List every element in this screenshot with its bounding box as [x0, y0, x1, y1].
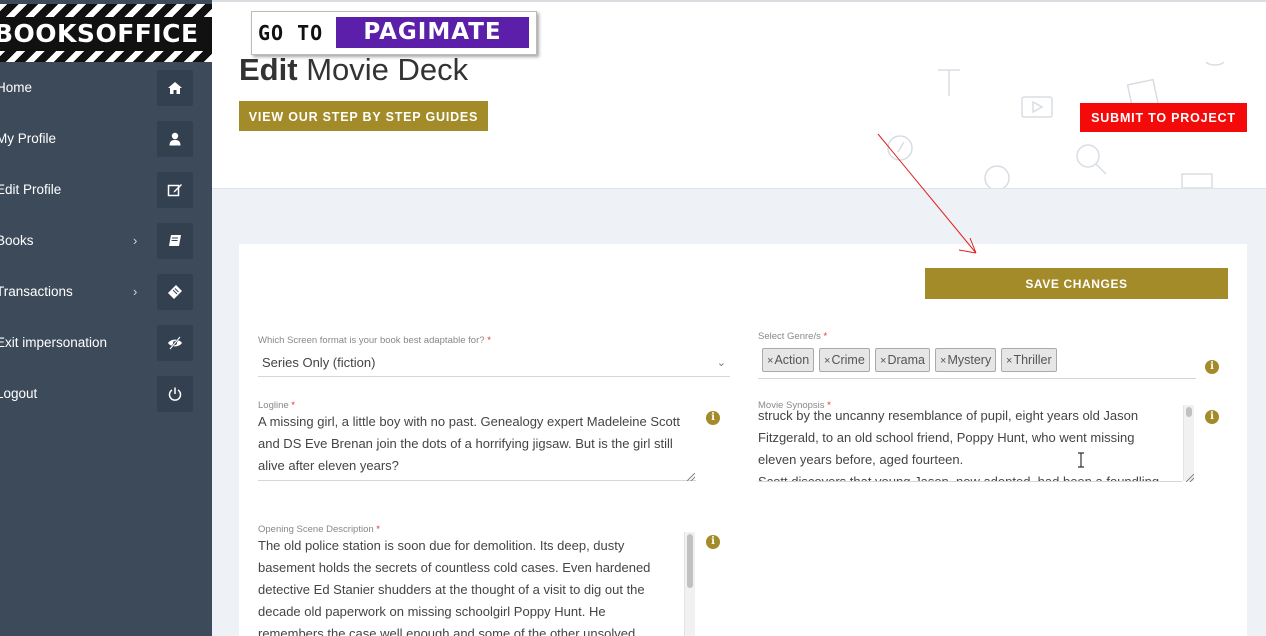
book-icon — [157, 223, 193, 259]
genre-tag-action[interactable]: ×Action — [762, 348, 815, 372]
sidebar: BOOKSOFFICE Home My Profile Edit Profile… — [0, 0, 212, 636]
synopsis-textarea[interactable]: struck by the uncanny resemblance of pup… — [758, 405, 1182, 482]
resize-handle-icon[interactable] — [1186, 474, 1194, 482]
genre-label-text: Select Genre/s — [758, 331, 821, 342]
scrollbar-thumb[interactable] — [1186, 407, 1192, 417]
sidebar-item-books[interactable]: Books › — [0, 215, 212, 266]
remove-tag-icon[interactable]: × — [1006, 355, 1012, 367]
save-changes-button[interactable]: SAVE CHANGES — [925, 268, 1228, 299]
chevron-right-icon: › — [133, 284, 138, 299]
sidebar-item-label: Logout — [0, 386, 38, 401]
sidebar-item-label: Edit Profile — [0, 182, 62, 197]
user-icon — [157, 121, 193, 157]
required-mark: * — [291, 400, 295, 411]
sidebar-item-logout[interactable]: Logout — [0, 368, 212, 419]
ticket-icon — [157, 274, 193, 310]
required-mark: * — [487, 335, 491, 346]
synopsis-line: Fitzgerald, to an old school friend, Pop… — [758, 430, 1135, 445]
genre-tag-drama[interactable]: ×Drama — [875, 348, 930, 372]
remove-tag-icon[interactable]: × — [767, 355, 773, 367]
pagimate-logo: PAGIMATE — [336, 17, 529, 48]
screen-format-value: Series Only (fiction) — [262, 355, 376, 370]
genre-tag-crime[interactable]: ×Crime — [819, 348, 870, 372]
opening-scene-label-text: Opening Scene Description — [258, 524, 374, 535]
genre-tag-mystery[interactable]: ×Mystery — [935, 348, 997, 372]
genre-tag-label: Action — [774, 353, 810, 367]
submit-to-project-button[interactable]: SUBMIT TO PROJECT — [1080, 103, 1247, 132]
genre-tag-label: Crime — [831, 353, 865, 367]
genre-tag-label: Thriller — [1013, 353, 1052, 367]
opening-scene-info-icon[interactable]: i — [706, 535, 720, 549]
sidebar-item-label: Transactions — [0, 284, 73, 299]
logline-label-text: Logline — [258, 400, 289, 411]
sidebar-item-label: Home — [0, 80, 33, 95]
opening-scene-scrollbar[interactable] — [684, 532, 695, 636]
genre-multiselect[interactable]: ×Action ×Crime ×Drama ×Mystery ×Thriller — [758, 346, 1196, 379]
remove-tag-icon[interactable]: × — [824, 355, 830, 367]
sidebar-item-edit-profile[interactable]: Edit Profile — [0, 164, 212, 215]
logline-textarea[interactable]: A missing girl, a little boy with no pas… — [258, 411, 696, 481]
text-cursor-icon — [1078, 452, 1084, 468]
synopsis-line: struck by the uncanny resemblance of pup… — [758, 408, 1139, 423]
genre-label: Select Genre/s * — [758, 331, 827, 342]
sidebar-item-label: My Profile — [0, 131, 57, 146]
view-guides-button[interactable]: VIEW OUR STEP BY STEP GUIDES — [239, 101, 488, 131]
opening-scene-label: Opening Scene Description * — [258, 524, 380, 535]
page-title: Edit Movie Deck — [239, 50, 468, 90]
genre-tag-thriller[interactable]: ×Thriller — [1001, 348, 1057, 372]
pagimate-link[interactable]: GO TO > PAGIMATE — [251, 11, 537, 55]
brand-logo[interactable]: BOOKSOFFICE — [0, 4, 212, 62]
screen-format-label: Which Screen format is your book best ad… — [258, 335, 491, 346]
chevron-right-icon: › — [133, 233, 138, 248]
scrollbar-thumb[interactable] — [687, 534, 693, 588]
edit-icon — [157, 172, 193, 208]
logo-text: BOOKSOFFICE — [0, 19, 199, 48]
remove-tag-icon[interactable]: × — [940, 355, 946, 367]
sidebar-item-home[interactable]: Home — [0, 62, 212, 113]
home-icon — [157, 70, 193, 106]
sidebar-item-label: Exit impersonation — [0, 335, 108, 350]
synopsis-info-icon[interactable]: i — [1205, 410, 1219, 424]
opening-scene-text: The old police station is soon due for d… — [258, 538, 651, 636]
required-mark: * — [376, 524, 380, 535]
sidebar-item-transactions[interactable]: Transactions › — [0, 266, 212, 317]
logline-label: Logline * — [258, 400, 295, 411]
eye-slash-icon — [157, 325, 193, 361]
page-title-bold: Edit — [239, 52, 298, 87]
synopsis-line: Scott discovers that young Jason, now ad… — [758, 474, 1160, 482]
power-icon — [157, 376, 193, 412]
screen-format-label-text: Which Screen format is your book best ad… — [258, 335, 485, 346]
page-title-rest: Movie Deck — [306, 52, 469, 87]
logline-info-icon[interactable]: i — [706, 411, 720, 425]
synopsis-line: eleven years before, aged fourteen. — [758, 452, 964, 467]
chevron-down-icon: ⌄ — [716, 357, 726, 369]
logo-stripes-bottom — [0, 51, 212, 62]
logline-text: A missing girl, a little boy with no pas… — [258, 414, 680, 473]
resize-handle-icon[interactable] — [687, 473, 695, 481]
sidebar-item-my-profile[interactable]: My Profile — [0, 113, 212, 164]
sidebar-item-label: Books — [0, 233, 34, 248]
remove-tag-icon[interactable]: × — [880, 355, 886, 367]
required-mark: * — [823, 331, 828, 342]
genre-info-icon[interactable]: i — [1205, 360, 1219, 374]
genre-tag-label: Drama — [887, 353, 925, 367]
genre-tag-label: Mystery — [947, 353, 992, 367]
logo-stripes-top — [0, 4, 212, 17]
opening-scene-textarea[interactable]: The old police station is soon due for d… — [258, 535, 682, 636]
screen-format-select[interactable]: Series Only (fiction) ⌄ — [258, 350, 730, 377]
synopsis-scrollbar[interactable] — [1183, 405, 1194, 481]
sidebar-item-exit-impersonation[interactable]: Exit impersonation — [0, 317, 212, 368]
